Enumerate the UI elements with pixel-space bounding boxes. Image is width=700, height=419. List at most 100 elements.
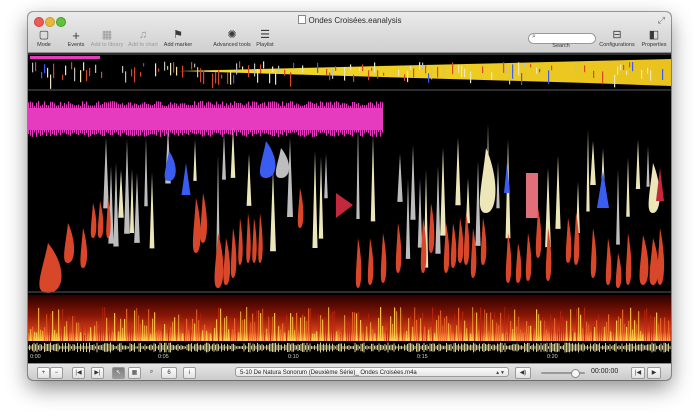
pink-band-edge — [320, 101, 322, 108]
info-button[interactable]: i — [183, 367, 196, 379]
pink-band-edge — [124, 130, 126, 133]
previous-button[interactable]: |◀ — [631, 367, 645, 379]
pink-band-edge — [140, 130, 142, 136]
pink-band-edge — [48, 105, 50, 108]
pink-band-edge — [358, 130, 360, 133]
pink-band-edge — [38, 101, 40, 108]
pink-band-edge — [208, 101, 210, 108]
spectrogram-band — [628, 320, 630, 341]
pink-band-edge — [260, 103, 262, 108]
file-popup[interactable]: 5-10 De Natura Sonorum (Deuxième Série)_… — [235, 367, 509, 377]
pink-band-edge — [150, 104, 152, 108]
zoom-out-button[interactable]: − — [50, 367, 63, 379]
analysis-view[interactable]: 0:00 0:05 0:10 0:15 0:20 — [28, 53, 671, 363]
configurations-button[interactable]: ⊟ Configurations — [598, 28, 636, 52]
pink-band-edge — [188, 130, 190, 136]
pink-band-edge — [54, 130, 56, 136]
spectrogram-band — [54, 329, 56, 341]
spectrogram-band — [430, 327, 432, 341]
events-label: Events — [67, 42, 85, 48]
orange-event — [246, 213, 251, 263]
mode-button[interactable]: ▢ Mode — [32, 28, 56, 52]
overview-mark — [269, 73, 271, 84]
search-label: Search — [552, 43, 570, 49]
overview-mark — [35, 62, 37, 72]
spectrogram-band — [544, 320, 546, 341]
overview-mark — [428, 73, 430, 83]
overview-mark — [503, 62, 505, 73]
overview-mark — [431, 67, 433, 80]
spectrogram-band — [662, 319, 664, 341]
pink-band-edge — [58, 105, 60, 108]
volume-knob[interactable] — [571, 369, 581, 378]
spectrogram-band — [476, 312, 478, 341]
analysis-canvas[interactable] — [28, 53, 671, 363]
pink-band-edge — [380, 130, 382, 137]
spectrogram-band — [486, 312, 488, 341]
overview-mark — [632, 62, 634, 72]
spectrogram-band — [144, 325, 146, 341]
window-title-text: Ondes Croisées.eanalysis — [308, 16, 402, 25]
select-tool-button[interactable]: ↖ — [112, 367, 125, 379]
spectrogram-band — [556, 319, 558, 341]
pale-event — [397, 153, 403, 202]
properties-button[interactable]: ◧ Properties — [640, 28, 668, 52]
playlist-button[interactable]: ☰ Playlist — [253, 28, 277, 52]
overview-mark — [278, 65, 280, 73]
spectrogram-band — [182, 333, 184, 341]
pink-band-edge — [348, 105, 350, 108]
add-to-chart-button[interactable]: ♫ Add to chart — [127, 28, 159, 52]
speaker-icon[interactable]: ◀) — [515, 367, 531, 379]
overview-mark — [332, 69, 334, 79]
pink-band-edge — [230, 102, 232, 108]
pink-band-edge — [258, 130, 260, 134]
spectrogram-band — [140, 324, 142, 341]
pink-band-edge — [78, 130, 80, 135]
overview-mark — [62, 74, 64, 80]
events-button[interactable]: + Events — [65, 28, 87, 52]
overview-mark — [461, 65, 463, 78]
spectrogram-band — [638, 311, 640, 341]
overview-mark — [518, 62, 520, 76]
pink-band-edge — [90, 105, 92, 108]
pink-band-edge — [246, 103, 248, 108]
overview-mark — [551, 65, 553, 71]
spectrogram-band — [502, 333, 504, 341]
pink-band-edge — [288, 102, 290, 108]
pink-band-edge — [304, 104, 306, 108]
pink-band-edge — [286, 103, 288, 108]
add-to-library-button[interactable]: ▦ Add to library — [89, 28, 125, 52]
zoom-in-button[interactable]: + — [37, 367, 50, 379]
spectrogram-band — [526, 321, 528, 341]
volume-slider[interactable] — [541, 369, 585, 378]
pink-band-edge — [242, 104, 244, 108]
overview-track — [28, 53, 671, 91]
go-end-button[interactable]: ▶| — [91, 367, 104, 379]
spectrogram-band — [498, 325, 500, 341]
grid-tool-button[interactable]: ▦ — [128, 367, 141, 379]
spectrogram-band — [38, 307, 40, 341]
spectrogram-band — [470, 333, 472, 341]
overview-mark — [317, 62, 319, 73]
spectrogram-band — [180, 333, 182, 341]
spectrogram-band — [664, 317, 666, 341]
fullscreen-icon[interactable]: ⤢ — [658, 15, 665, 26]
add-marker-button[interactable]: ⚑ Add marker — [162, 28, 194, 52]
spectrogram-band — [142, 319, 144, 341]
pale-event — [312, 151, 318, 249]
pink-band-edge — [156, 130, 158, 136]
spectrogram-band — [626, 326, 628, 341]
pink-band-edge — [224, 105, 226, 108]
spectrogram-band — [568, 321, 570, 341]
pink-band-edge — [178, 105, 180, 108]
pink-band-edge — [238, 130, 240, 133]
zoom-value-field[interactable]: 6 — [161, 367, 177, 379]
overview-mark — [458, 64, 460, 73]
play-button[interactable]: ▶ — [647, 367, 661, 379]
spectrogram-band — [440, 310, 442, 341]
go-start-button[interactable]: |◀ — [72, 367, 85, 379]
magnifier-icon[interactable]: ⌕ — [146, 367, 157, 377]
spectrogram-band — [340, 334, 342, 341]
pink-band-edge — [56, 105, 58, 108]
advanced-tools-button[interactable]: ✺ Advanced tools — [213, 28, 251, 52]
